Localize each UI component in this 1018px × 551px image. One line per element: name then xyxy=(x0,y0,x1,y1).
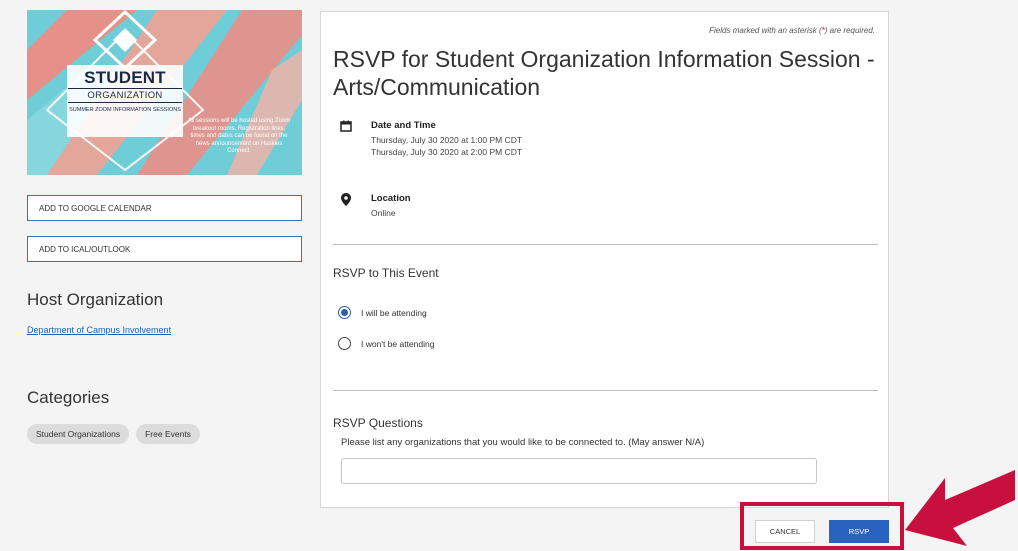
category-chip-free-events[interactable]: Free Events xyxy=(136,424,200,444)
calendar-icon xyxy=(333,120,359,136)
add-to-ical-outlook-button[interactable]: ADD TO ICAL/OUTLOOK xyxy=(27,236,302,262)
date-time-label: Date and Time xyxy=(371,120,436,131)
section-divider xyxy=(333,390,878,391)
event-end-time: Thursday, July 30 2020 at 2:00 PM CDT xyxy=(371,147,523,157)
pointer-arrow-icon xyxy=(905,470,1015,546)
category-chip-student-organizations[interactable]: Student Organizations xyxy=(27,424,130,444)
banner-org: ORGANIZATION xyxy=(68,88,182,103)
radio-label-attending: I will be attending xyxy=(361,307,427,318)
category-chips: Student Organizations Free Events xyxy=(27,424,200,444)
rsvp-form-panel: Fields marked with an asterisk (*) are r… xyxy=(320,11,889,508)
rsvp-questions-heading: RSVP Questions xyxy=(333,416,423,430)
left-column: STUDENT ORGANIZATION SUMMER ZOOM INFORMA… xyxy=(0,0,305,551)
location-row: Location Online xyxy=(333,193,411,219)
location-label: Location xyxy=(371,193,411,204)
question-organizations-label: Please list any organizations that you w… xyxy=(341,437,705,448)
banner-title: STUDENT xyxy=(84,68,166,87)
host-organization-link[interactable]: Department of Campus Involvement xyxy=(27,325,171,335)
add-to-google-calendar-button[interactable]: ADD TO GOOGLE CALENDAR xyxy=(27,195,302,221)
radio-attending[interactable]: I will be attending xyxy=(338,306,427,319)
radio-button-unselected[interactable] xyxy=(338,337,351,350)
banner-subtitle: SUMMER ZOOM INFORMATION SESSIONS xyxy=(69,107,181,113)
date-time-row: Date and Time Thursday, July 30 2020 at … xyxy=(333,120,522,158)
rsvp-submit-button[interactable]: RSVP xyxy=(829,520,889,543)
location-pin-icon xyxy=(333,193,359,209)
section-divider xyxy=(333,244,878,245)
required-fields-note: Fields marked with an asterisk (*) are r… xyxy=(709,26,875,35)
event-title: RSVP for Student Organization Informatio… xyxy=(333,46,875,100)
event-start-time: Thursday, July 30 2020 at 1:00 PM CDT xyxy=(371,135,523,145)
rsvp-heading: RSVP to This Event xyxy=(333,266,439,280)
categories-heading: Categories xyxy=(27,388,110,407)
location-value: Online xyxy=(371,208,396,218)
question-organizations-input[interactable] xyxy=(341,458,817,484)
host-organization-heading: Host Organization xyxy=(27,290,164,309)
event-banner-image: STUDENT ORGANIZATION SUMMER ZOOM INFORMA… xyxy=(27,10,302,175)
radio-label-not-attending: I won't be attending xyxy=(361,338,435,349)
cancel-button[interactable]: CANCEL xyxy=(755,520,815,543)
radio-not-attending[interactable]: I won't be attending xyxy=(338,337,434,350)
banner-info-text: All sessions will be hosted using Zoom b… xyxy=(187,118,291,154)
radio-button-selected[interactable] xyxy=(338,306,351,319)
